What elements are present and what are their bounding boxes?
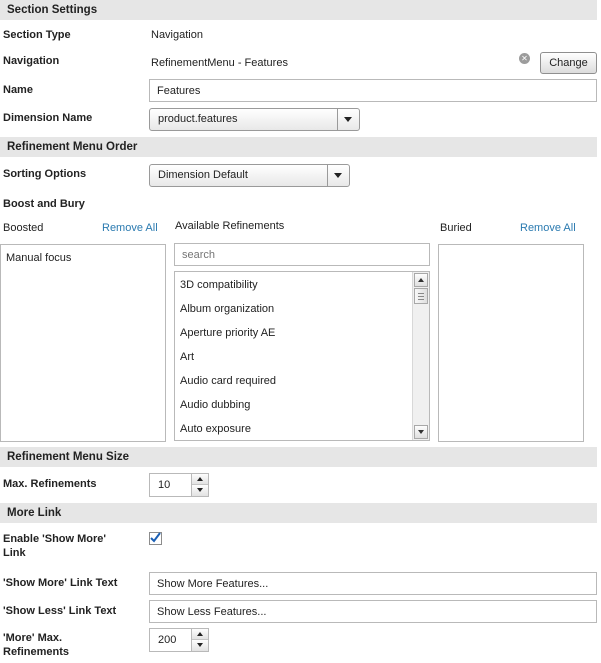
enable-show-more-label-line2: Link — [3, 547, 26, 559]
more-max-refinements-stepper[interactable]: 200 — [149, 628, 209, 652]
increment-icon[interactable] — [192, 629, 208, 640]
section-header-refinement-order: Refinement Menu Order — [0, 137, 597, 157]
stepper-buttons[interactable] — [191, 474, 208, 496]
available-refinements-list[interactable]: 3D compatibility Album organization Aper… — [174, 271, 430, 441]
more-max-refinements-value[interactable]: 200 — [158, 629, 176, 651]
boost-bury-label: Boost and Bury — [3, 198, 85, 210]
boosted-remove-all-link[interactable]: Remove All — [102, 222, 158, 234]
sorting-options-label: Sorting Options — [3, 168, 87, 180]
section-type-value: Navigation — [151, 29, 203, 41]
max-refinements-value[interactable]: 10 — [158, 474, 170, 496]
checkmark-icon — [150, 532, 161, 543]
boosted-list[interactable]: Manual focus — [0, 244, 166, 442]
section-type-label: Section Type — [3, 29, 71, 41]
more-max-label-line2: Refinements — [3, 646, 70, 658]
show-more-text-input[interactable] — [149, 572, 597, 595]
decrement-icon[interactable] — [192, 485, 208, 496]
sorting-options-select[interactable]: Dimension Default — [149, 164, 350, 187]
dimension-name-select[interactable]: product.features — [149, 108, 360, 131]
list-item[interactable]: Art — [180, 351, 194, 363]
more-max-label-line1: 'More' Max. — [3, 632, 63, 644]
stepper-buttons[interactable] — [191, 629, 208, 651]
available-refinements-label: Available Refinements — [175, 220, 285, 232]
grip-line — [418, 296, 424, 297]
show-less-text-input[interactable] — [149, 600, 597, 623]
increment-icon[interactable] — [192, 474, 208, 485]
show-less-text-label: 'Show Less' Link Text — [3, 605, 117, 617]
navigation-label: Navigation — [3, 55, 60, 67]
list-item[interactable]: Manual focus — [6, 252, 71, 264]
scroll-down-icon[interactable] — [414, 425, 428, 439]
buried-list[interactable] — [438, 244, 584, 442]
list-item[interactable]: 3D compatibility — [180, 279, 258, 291]
list-item[interactable]: Aperture priority AE — [180, 327, 275, 339]
name-label: Name — [3, 84, 33, 96]
scrollbar-thumb[interactable] — [414, 288, 428, 304]
chevron-down-icon — [334, 173, 342, 178]
name-input[interactable] — [149, 79, 597, 102]
chevron-down-icon — [344, 117, 352, 122]
grip-line — [418, 299, 424, 300]
sorting-options-value: Dimension Default — [158, 169, 248, 181]
boosted-label: Boosted — [3, 222, 44, 234]
scroll-up-icon[interactable] — [414, 273, 428, 287]
grip-line — [418, 293, 424, 294]
enable-show-more-label: Enable 'Show More' Link — [3, 533, 106, 559]
decrement-icon[interactable] — [192, 640, 208, 651]
list-item[interactable]: Audio dubbing — [180, 399, 250, 411]
list-item[interactable]: Album organization — [180, 303, 274, 315]
list-item[interactable]: Audio card required — [180, 375, 276, 387]
buried-remove-all-link[interactable]: Remove All — [520, 222, 576, 234]
change-button[interactable]: Change — [540, 52, 597, 74]
list-item[interactable]: Auto exposure — [180, 423, 251, 435]
section-header-menu-size: Refinement Menu Size — [0, 447, 597, 467]
vertical-scrollbar[interactable] — [412, 272, 429, 440]
buried-label: Buried — [440, 222, 472, 234]
more-max-refinements-label: 'More' Max. Refinements — [3, 632, 69, 658]
refinement-search-input[interactable] — [174, 243, 430, 266]
dimension-name-label: Dimension Name — [3, 112, 93, 124]
navigation-value: RefinementMenu - Features — [151, 57, 288, 69]
dimension-name-value: product.features — [158, 113, 238, 125]
enable-show-more-label-line1: Enable 'Show More' — [3, 533, 107, 545]
max-refinements-stepper[interactable]: 10 — [149, 473, 209, 497]
max-refinements-label: Max. Refinements — [3, 478, 97, 490]
section-header-settings: Section Settings — [0, 0, 597, 20]
enable-show-more-checkbox[interactable] — [149, 532, 162, 545]
clear-icon[interactable]: ✕ — [519, 53, 530, 64]
section-header-more-link: More Link — [0, 503, 597, 523]
show-more-text-label: 'Show More' Link Text — [3, 577, 118, 589]
